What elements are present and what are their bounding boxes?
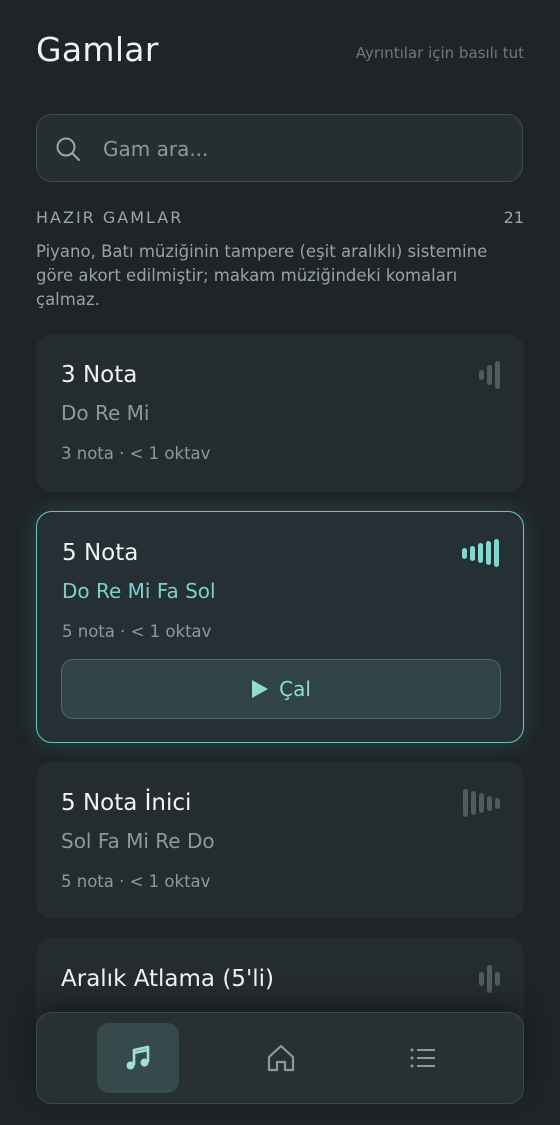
- list-icon: [410, 1048, 435, 1068]
- level-bar: [479, 972, 484, 986]
- search-input[interactable]: [101, 129, 505, 169]
- play-label: Çal: [279, 677, 311, 701]
- home-icon: [267, 1044, 295, 1072]
- level-bar: [462, 547, 467, 559]
- tab-list[interactable]: [382, 1023, 464, 1093]
- scale-meta: 5 nota · < 1 oktav: [61, 872, 211, 891]
- waveform-icon: [463, 788, 500, 818]
- play-button[interactable]: Çal: [61, 659, 501, 719]
- waveform-icon: [479, 360, 500, 390]
- scale-card[interactable]: 3 Nota Do Re Mi 3 nota · < 1 oktav: [36, 334, 524, 492]
- play-icon: [252, 680, 269, 698]
- scale-card[interactable]: 5 Nota İnici Sol Fa Mi Re Do 5 nota · < …: [36, 762, 524, 919]
- search-icon: [56, 137, 80, 161]
- level-bar: [486, 541, 491, 565]
- level-bar: [487, 365, 492, 385]
- level-bar: [495, 972, 500, 986]
- scale-title: 5 Nota: [62, 540, 139, 566]
- waveform-icon: [462, 538, 499, 568]
- level-bar: [470, 545, 475, 561]
- level-bar: [478, 543, 483, 563]
- level-bar: [494, 539, 499, 567]
- scale-meta: 3 nota · < 1 oktav: [61, 444, 211, 463]
- press-hold-hint: Ayrıntılar için basılı tut: [355, 44, 524, 62]
- page-title: Gamlar: [36, 30, 159, 69]
- tab-home[interactable]: [240, 1023, 322, 1093]
- level-bar: [479, 370, 484, 380]
- scale-notes: Do Re Mi Fa Sol: [62, 579, 216, 603]
- level-bar: [487, 965, 492, 993]
- section-label: HAZIR GAMLAR: [36, 208, 184, 227]
- music-note-icon: [126, 1045, 150, 1070]
- search-box[interactable]: [36, 114, 523, 182]
- scale-meta: 5 nota · < 1 oktav: [62, 622, 212, 641]
- level-bar: [495, 361, 500, 389]
- tuning-note: Piyano, Batı müziğinin tampere (eşit ara…: [36, 242, 488, 309]
- scale-title: 3 Nota: [61, 362, 138, 388]
- scale-notes: Do Re Mi: [61, 401, 150, 425]
- section-count: 21: [503, 208, 524, 227]
- level-bar: [479, 793, 484, 813]
- level-bar: [471, 791, 476, 815]
- scale-card-selected[interactable]: 5 Nota Do Re Mi Fa Sol 5 nota · < 1 okta…: [36, 511, 524, 743]
- tab-scales[interactable]: [97, 1023, 179, 1093]
- scale-notes: Sol Fa Mi Re Do: [61, 829, 215, 853]
- level-bar: [495, 797, 500, 809]
- bottom-nav: [36, 1012, 524, 1104]
- waveform-icon: [479, 964, 500, 994]
- scale-title: Aralık Atlama (5'li): [61, 966, 275, 992]
- level-bar: [487, 795, 492, 811]
- level-bar: [463, 789, 468, 817]
- scale-title: 5 Nota İnici: [61, 790, 192, 816]
